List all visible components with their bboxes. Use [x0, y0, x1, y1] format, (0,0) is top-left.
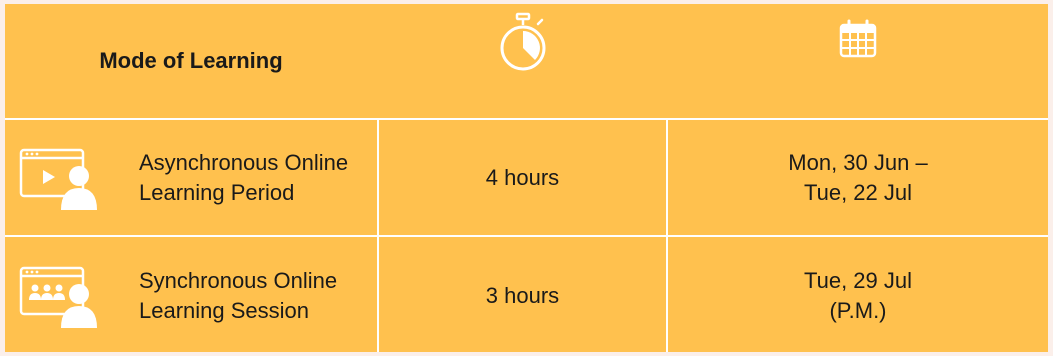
duration-value: 4 hours: [485, 164, 560, 190]
table-header-row: Mode of Learning: [5, 4, 1048, 117]
date-cell: Tue, 29 Jul (P.M.): [668, 237, 1048, 354]
mode-label: Asynchronous Online Learning Period: [139, 148, 369, 208]
video-learner-icon: [19, 148, 97, 210]
schedule-table: Mode of Learning Asynchronous Online Lea…: [5, 4, 1048, 352]
date-line-2: (P.M.): [829, 297, 887, 323]
column-divider: [666, 118, 668, 352]
stopwatch-icon: [500, 12, 545, 70]
calendar-icon: [839, 19, 877, 57]
table-row: Asynchronous Online Learning Period 4 ho…: [5, 118, 1048, 235]
date-line-1: Mon, 30 Jun –: [788, 149, 928, 175]
mode-label-line-2: Learning Period: [139, 179, 295, 205]
mode-label-line-1: Asynchronous Online: [139, 149, 349, 175]
group-session-learner-icon: [19, 266, 97, 328]
duration-cell: 4 hours: [379, 120, 666, 235]
header-mode-label: Mode of Learning: [99, 47, 283, 73]
duration-value: 3 hours: [485, 282, 560, 308]
table-row: Synchronous Online Learning Session 3 ho…: [5, 235, 1048, 354]
header-mode-cell: Mode of Learning: [5, 4, 377, 117]
header-date-cell: [668, 4, 1048, 117]
mode-label-line-2: Learning Session: [139, 297, 310, 323]
duration-cell: 3 hours: [379, 237, 666, 354]
mode-cell: Asynchronous Online Learning Period: [5, 120, 377, 235]
mode-label: Synchronous Online Learning Session: [139, 266, 369, 326]
date-cell: Mon, 30 Jun – Tue, 22 Jul: [668, 120, 1048, 235]
mode-label-line-1: Synchronous Online: [139, 267, 338, 293]
date-line-1: Tue, 29 Jul: [803, 267, 913, 293]
date-line-2: Tue, 22 Jul: [803, 179, 913, 205]
header-duration-cell: [379, 4, 666, 117]
mode-cell: Synchronous Online Learning Session: [5, 237, 377, 354]
column-divider: [377, 118, 379, 352]
